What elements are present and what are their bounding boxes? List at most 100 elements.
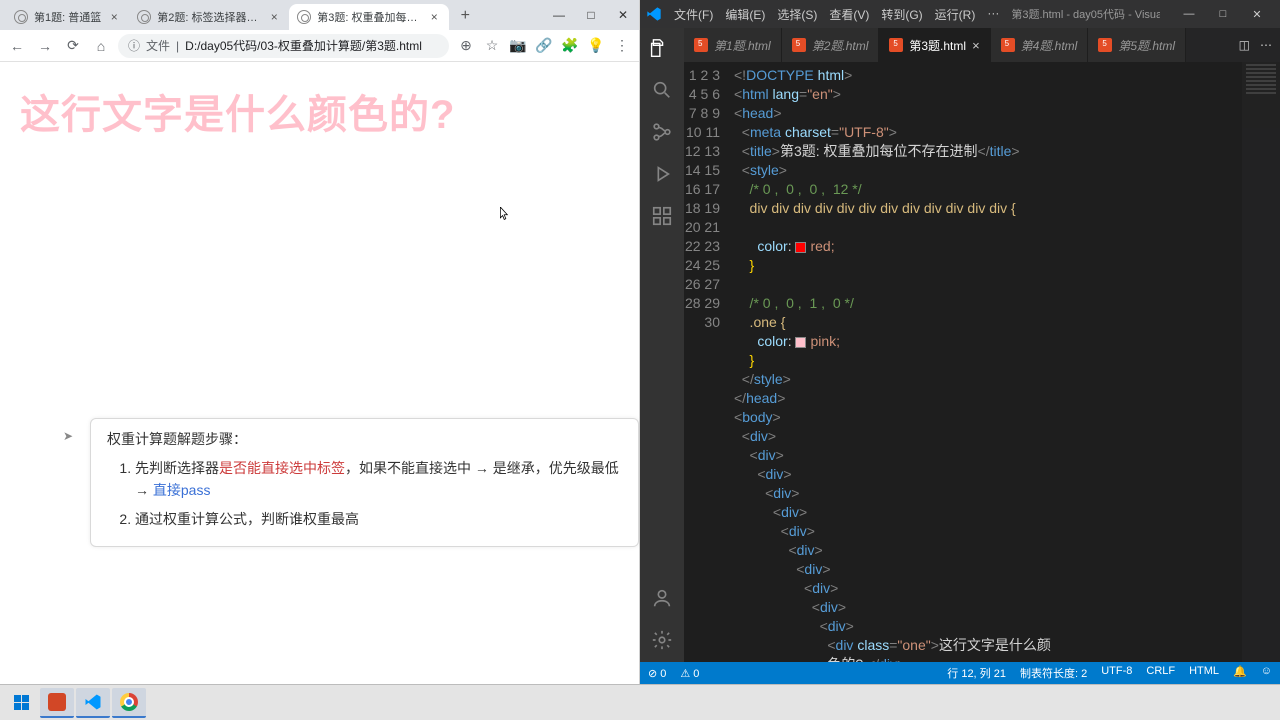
tab-label: 第3题: 权重叠加每位不存在进制 bbox=[317, 9, 421, 25]
menu-select[interactable]: 选择(S) bbox=[777, 6, 817, 23]
debug-icon[interactable] bbox=[650, 162, 674, 186]
code-editor[interactable]: 1 2 3 4 5 6 7 8 9 10 11 12 13 14 15 16 1… bbox=[684, 62, 1280, 662]
split-editor-icon[interactable]: ◫ bbox=[1239, 38, 1250, 52]
minimize-button[interactable]: — bbox=[543, 0, 575, 30]
chrome-toolbar: ← → ⟳ ⌂ ⓘ 文件 | D:/day05代码/03-权重叠加计算题/第3题… bbox=[0, 30, 639, 62]
menu-view[interactable]: 查看(V) bbox=[829, 6, 869, 23]
status-warnings[interactable]: ⚠ 0 bbox=[680, 667, 699, 680]
notes-item-1: 先判断选择器是否能直接选中标签，如果不能直接选中 → 是继承，优先级最低 → 直… bbox=[135, 457, 622, 502]
html-file-icon bbox=[694, 38, 708, 52]
vscode-body: 第1题.html 第2题.html 第3题.html× 第4题.html 第5题… bbox=[640, 28, 1280, 662]
forward-button[interactable]: → bbox=[34, 35, 56, 57]
close-button[interactable]: ✕ bbox=[607, 0, 639, 30]
camera-icon[interactable]: 📷 bbox=[507, 35, 529, 57]
extensions-icon[interactable] bbox=[650, 204, 674, 228]
status-cursor-pos[interactable]: 行 12, 列 21 bbox=[947, 665, 1006, 681]
gear-icon[interactable] bbox=[650, 628, 674, 652]
chrome-window: 第1题: 普通篮 × 第2题: 标签选择器选择一类 × 第3题: 权重叠加每位不… bbox=[0, 0, 640, 684]
toolbar-right: ⊕ ☆ 📷 🔗 🧩 💡 ⋮ bbox=[455, 35, 633, 57]
status-errors[interactable]: ⊘ 0 bbox=[648, 667, 666, 680]
search-icon[interactable] bbox=[650, 78, 674, 102]
new-tab-button[interactable]: + bbox=[453, 4, 477, 28]
html-file-icon bbox=[1001, 38, 1015, 52]
tab-label: 第2题: 标签选择器选择一类 bbox=[157, 9, 261, 25]
status-encoding[interactable]: UTF-8 bbox=[1101, 665, 1132, 681]
status-bar: ⊘ 0 ⚠ 0 行 12, 列 21 制表符长度: 2 UTF-8 CRLF H… bbox=[640, 662, 1280, 684]
windows-logo-icon bbox=[14, 695, 29, 710]
notes-panel: ➤ 权重计算题解题步骤： 先判断选择器是否能直接选中标签，如果不能直接选中 → … bbox=[90, 418, 639, 547]
editor-area: 第1题.html 第2题.html 第3题.html× 第4题.html 第5题… bbox=[684, 28, 1280, 662]
url-path: D:/day05代码/03-权重叠加计算题/第3题.html bbox=[185, 37, 422, 54]
menu-run[interactable]: 运行(R) bbox=[935, 6, 976, 23]
menu-more[interactable]: ··· bbox=[987, 6, 999, 23]
vscode-icon bbox=[84, 693, 102, 711]
vscode-window-controls: — □ ✕ bbox=[1172, 0, 1274, 28]
globe-icon bbox=[297, 10, 311, 24]
chrome-icon bbox=[120, 693, 138, 711]
back-button[interactable]: ← bbox=[6, 35, 28, 57]
html-file-icon bbox=[792, 38, 806, 52]
window-title: 第3题.html - day05代码 - Visual Stu... bbox=[1011, 6, 1160, 22]
scheme-label: 文件 bbox=[146, 37, 170, 54]
accounts-icon[interactable] bbox=[650, 586, 674, 610]
tab-label: 第1题: 普通篮 bbox=[34, 9, 101, 25]
address-bar[interactable]: ⓘ 文件 | D:/day05代码/03-权重叠加计算题/第3题.html bbox=[118, 34, 449, 58]
notes-title: 权重计算题解题步骤： bbox=[107, 429, 622, 449]
browser-tab-1[interactable]: 第1题: 普通篮 × bbox=[6, 4, 129, 30]
windows-taskbar bbox=[0, 684, 1280, 720]
vscode-window: 文件(F) 编辑(E) 选择(S) 查看(V) 转到(G) 运行(R) ··· … bbox=[640, 0, 1280, 684]
taskbar-powerpoint[interactable] bbox=[40, 688, 74, 718]
share-icon[interactable]: 🔗 bbox=[533, 35, 555, 57]
menu-file[interactable]: 文件(F) bbox=[674, 6, 713, 23]
menu-goto[interactable]: 转到(G) bbox=[881, 6, 922, 23]
scm-icon[interactable] bbox=[650, 120, 674, 144]
maximize-button[interactable]: □ bbox=[1206, 0, 1240, 28]
editor-tab-1[interactable]: 第1题.html bbox=[684, 28, 782, 62]
lamp-icon[interactable]: 💡 bbox=[585, 35, 607, 57]
color-swatch-pink-icon bbox=[795, 337, 806, 348]
feedback-icon[interactable]: ☺ bbox=[1261, 665, 1272, 681]
star-icon[interactable]: ☆ bbox=[481, 35, 503, 57]
start-button[interactable] bbox=[4, 688, 38, 718]
vscode-logo-icon bbox=[646, 6, 662, 22]
close-icon[interactable]: × bbox=[267, 10, 281, 24]
notes-item-2: 通过权重计算公式，判断谁权重最高 bbox=[135, 508, 622, 530]
close-icon[interactable]: × bbox=[972, 38, 980, 53]
chrome-titlebar: 第1题: 普通篮 × 第2题: 标签选择器选择一类 × 第3题: 权重叠加每位不… bbox=[0, 0, 639, 30]
editor-tab-4[interactable]: 第4题.html bbox=[991, 28, 1089, 62]
page-viewport: 这行文字是什么颜色的? bbox=[0, 62, 639, 684]
explorer-icon[interactable] bbox=[640, 36, 679, 60]
home-button[interactable]: ⌂ bbox=[90, 35, 112, 57]
browser-tab-3[interactable]: 第3题: 权重叠加每位不存在进制 × bbox=[289, 4, 449, 30]
minimap[interactable] bbox=[1242, 62, 1280, 662]
status-indent[interactable]: 制表符长度: 2 bbox=[1020, 665, 1087, 681]
chrome-window-controls: — □ ✕ bbox=[543, 0, 639, 30]
menu-icon[interactable]: ⋮ bbox=[611, 35, 633, 57]
code-content: <!DOCTYPE html> <html lang="en"> <head> … bbox=[734, 62, 1280, 662]
info-icon: ⓘ bbox=[128, 37, 140, 54]
menu-edit[interactable]: 编辑(E) bbox=[725, 6, 765, 23]
minimize-button[interactable]: — bbox=[1172, 0, 1206, 28]
editor-tab-actions: ◫ ⋯ bbox=[1231, 28, 1280, 62]
close-icon[interactable]: × bbox=[107, 10, 121, 24]
editor-tab-2[interactable]: 第2题.html bbox=[782, 28, 880, 62]
status-eol[interactable]: CRLF bbox=[1146, 665, 1175, 681]
taskbar-vscode[interactable] bbox=[76, 688, 110, 718]
bell-icon[interactable]: 🔔 bbox=[1233, 665, 1247, 681]
extensions-icon[interactable]: 🧩 bbox=[559, 35, 581, 57]
globe-icon bbox=[14, 10, 28, 24]
maximize-button[interactable]: □ bbox=[575, 0, 607, 30]
taskbar-chrome[interactable] bbox=[112, 688, 146, 718]
html-file-icon bbox=[889, 38, 903, 52]
reload-button[interactable]: ⟳ bbox=[62, 35, 84, 57]
close-icon[interactable]: × bbox=[427, 10, 441, 24]
status-language[interactable]: HTML bbox=[1189, 665, 1219, 681]
close-button[interactable]: ✕ bbox=[1240, 0, 1274, 28]
editor-tab-3[interactable]: 第3题.html× bbox=[879, 28, 990, 62]
editor-tab-5[interactable]: 第5题.html bbox=[1088, 28, 1186, 62]
browser-tab-2[interactable]: 第2题: 标签选择器选择一类 × bbox=[129, 4, 289, 30]
more-icon[interactable]: ⋯ bbox=[1260, 38, 1272, 52]
zoom-icon[interactable]: ⊕ bbox=[455, 35, 477, 57]
color-swatch-red-icon bbox=[795, 242, 806, 253]
page-heading: 这行文字是什么颜色的? bbox=[20, 82, 619, 140]
